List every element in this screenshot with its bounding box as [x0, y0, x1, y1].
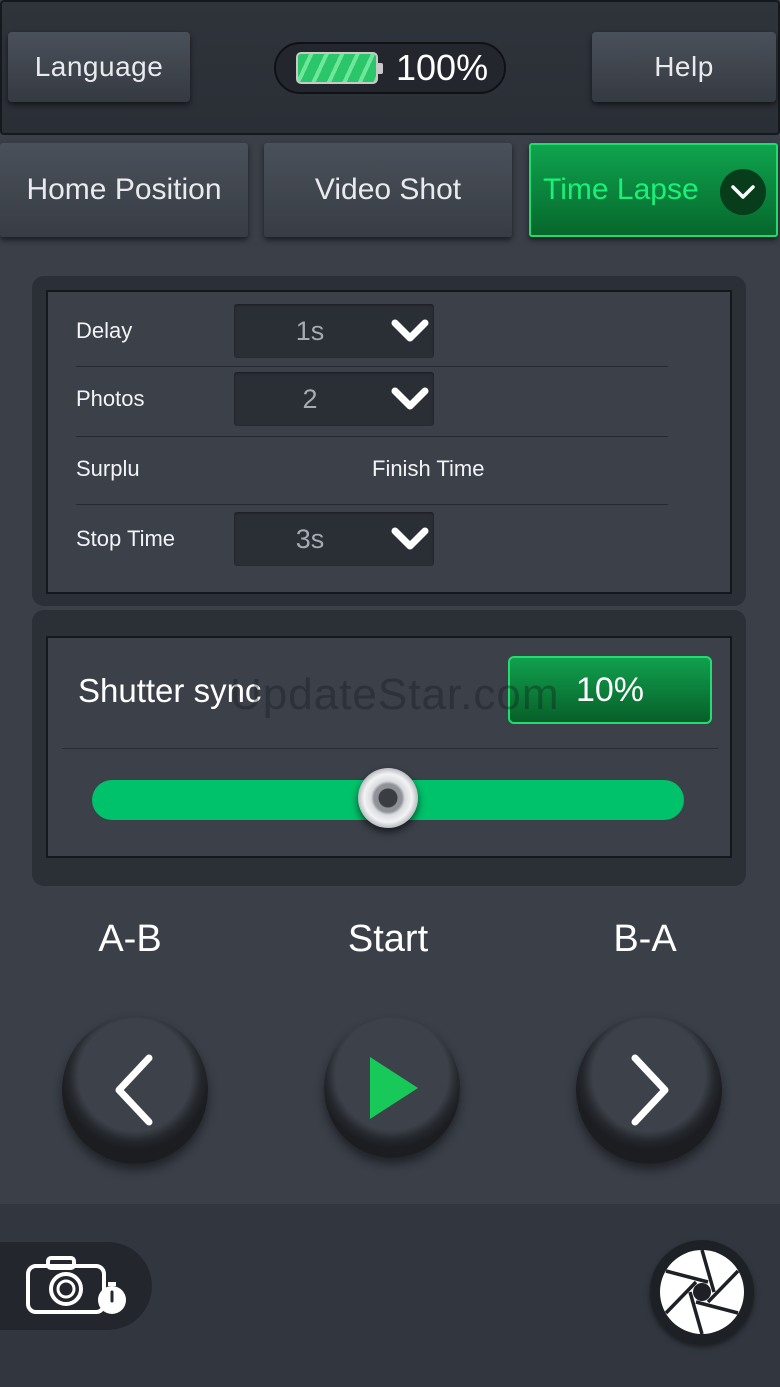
tab-video-shot[interactable]: Video Shot: [264, 143, 512, 237]
shutter-sync-label: Shutter sync: [78, 672, 262, 709]
b-a-label: B-A: [613, 918, 677, 960]
help-button[interactable]: Help: [592, 32, 776, 102]
row-divider: [76, 366, 668, 367]
delay-value: 1s: [295, 315, 325, 346]
tab-video-shot-label: Video Shot: [314, 173, 462, 206]
language-button[interactable]: Language: [8, 32, 190, 102]
shutter-sync-value[interactable]: 10%: [508, 656, 712, 724]
finish-time-label: Finish Time: [372, 456, 485, 481]
start-button[interactable]: [324, 1018, 460, 1158]
photos-value: 2: [302, 383, 318, 414]
delay-dropdown[interactable]: 1s: [234, 304, 434, 358]
tab-home-position-label: Home Position: [26, 173, 222, 206]
a-b-button[interactable]: [62, 1016, 208, 1164]
shutter-button[interactable]: [650, 1240, 754, 1344]
stop-time-value: 3s: [295, 523, 325, 554]
battery-percent: 100%: [396, 47, 489, 88]
language-button-label: Language: [34, 51, 164, 82]
aperture-icon: [660, 1249, 744, 1335]
row-divider: [76, 504, 668, 505]
battery-icon: [296, 52, 383, 84]
settings-list: Delay 1s Photos 2 Surplu Finish Time Sto…: [46, 290, 732, 594]
camera-timer-button[interactable]: [0, 1242, 152, 1330]
surplus-label: Surplu: [76, 456, 140, 481]
chevron-right-icon: [631, 1054, 669, 1126]
shutter-sync-box: Shutter sync 10%: [46, 636, 732, 858]
camera-timer-icon: [26, 1256, 126, 1314]
shutter-sync-panel: Shutter sync 10%: [32, 610, 746, 886]
stop-time-dropdown[interactable]: 3s: [234, 512, 434, 566]
chevron-down-icon[interactable]: [720, 169, 766, 215]
shutter-divider: [62, 748, 718, 749]
delay-label: Delay: [76, 318, 133, 343]
time-lapse-settings-panel: Delay 1s Photos 2 Surplu Finish Time Sto…: [32, 276, 746, 606]
tab-time-lapse[interactable]: Time Lapse: [529, 143, 778, 237]
start-label: Start: [347, 918, 429, 960]
shutter-sync-value-text: 10%: [575, 670, 645, 709]
row-divider: [76, 436, 668, 437]
bottom-bar: [0, 1204, 780, 1387]
chevron-down-icon: [391, 527, 429, 550]
stop-time-label: Stop Time: [76, 526, 176, 551]
chevron-left-icon: [115, 1054, 153, 1126]
shutter-sync-slider-knob[interactable]: [358, 768, 418, 828]
play-icon: [370, 1057, 418, 1119]
tab-time-lapse-label: Time Lapse: [543, 173, 699, 206]
chevron-down-icon: [391, 319, 429, 342]
chevron-down-icon: [391, 387, 429, 410]
help-button-label: Help: [654, 51, 714, 82]
battery-indicator: 100%: [274, 42, 506, 94]
photos-dropdown[interactable]: 2: [234, 372, 434, 426]
a-b-label: A-B: [98, 918, 162, 960]
photos-label: Photos: [76, 386, 145, 411]
b-a-button[interactable]: [576, 1016, 722, 1164]
top-bar: Language 100% Help: [0, 0, 780, 135]
tab-home-position[interactable]: Home Position: [0, 143, 248, 237]
